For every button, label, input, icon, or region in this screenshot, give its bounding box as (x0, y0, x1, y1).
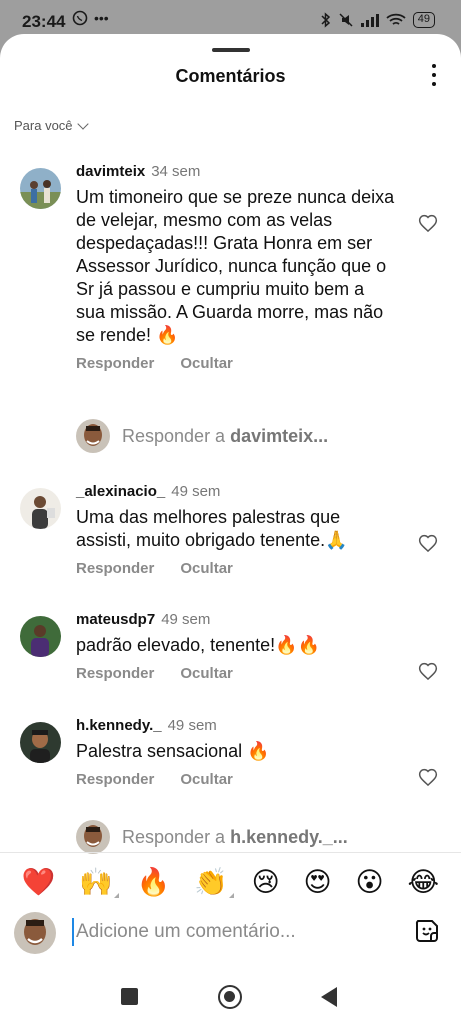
avatar[interactable] (20, 488, 61, 529)
comment-username[interactable]: davimteix (76, 163, 145, 180)
system-nav-bar (0, 970, 461, 1024)
comment-header: davimteix 34 sem (76, 162, 396, 182)
comment-actions: Responder Ocultar (76, 665, 396, 682)
status-time: 23:44 (22, 12, 66, 31)
skin-tone-indicator (228, 893, 234, 898)
avatar[interactable] (20, 168, 61, 209)
sticker-icon[interactable] (414, 918, 440, 944)
comment-body: _alexinacio_ 49 sem Uma das melhores pale… (76, 482, 396, 577)
comment-text: padrão elevado, tenente!🔥🔥 (76, 635, 320, 655)
reply-prompt[interactable]: Responder a davimteix... (76, 418, 328, 454)
battery-indicator: 49 (412, 12, 435, 28)
comment-body: mateusdp7 49 sem padrão elevado, tenente!… (76, 610, 396, 682)
reply-button[interactable]: Responder (76, 355, 154, 372)
skin-tone-indicator (113, 893, 119, 898)
comment-text: Um timoneiro que se preze nunca deixa de… (76, 187, 400, 345)
reply-button[interactable]: Responder (76, 665, 154, 682)
avatar[interactable] (20, 616, 61, 657)
signal-icon (360, 14, 379, 27)
sort-label: Para você (14, 118, 73, 133)
comment-header: _alexinacio_ 49 sem (76, 482, 396, 502)
comment-time: 34 sem (151, 163, 201, 180)
comment-actions: Responder Ocultar (76, 560, 396, 577)
more-notifications-icon: ••• (94, 10, 109, 26)
emoji-crying[interactable]: 😢 (252, 867, 280, 898)
reply-prompt-text: Responder a davimteix... (122, 426, 328, 447)
status-left-icons: ••• (72, 10, 109, 26)
comment-time: 49 sem (161, 611, 211, 628)
avatar (76, 820, 110, 854)
emoji-surprised[interactable]: 😮 (355, 867, 383, 898)
comment-body: davimteix 34 sem Um timoneiro que se prez… (76, 162, 396, 372)
comments-sheet: Comentários Para você davimteix 34 sem Um… (0, 34, 461, 1024)
heart-icon[interactable] (418, 768, 438, 788)
avatar (76, 419, 110, 453)
wifi-icon (386, 13, 406, 25)
sheet-title: Comentários (175, 66, 286, 86)
comment-header: h.kennedy._ 49 sem (76, 716, 396, 736)
sort-dropdown[interactable]: Para você (14, 117, 89, 133)
comment-username[interactable]: _alexinacio_ (76, 483, 165, 500)
emoji-laughing[interactable]: 😂 (407, 867, 439, 898)
emoji-fire[interactable]: 🔥 (137, 866, 171, 898)
emoji-clap[interactable]: 👏 (194, 866, 234, 898)
reply-prompt-text: Responder a h.kennedy._... (122, 827, 348, 848)
reply-prompt-user: h.kennedy._... (230, 826, 348, 847)
back-button[interactable] (321, 987, 337, 1007)
mute-icon (339, 13, 353, 27)
reply-prompt-user: davimteix... (230, 425, 329, 446)
comment-input[interactable] (72, 918, 392, 946)
reply-prompt[interactable]: Responder a h.kennedy._... (76, 819, 348, 855)
avatar[interactable] (20, 722, 61, 763)
emoji-raised-hands-glyph: 🙌 (79, 867, 113, 898)
chevron-down-icon (76, 117, 89, 130)
comment-actions: Responder Ocultar (76, 355, 396, 372)
comment-text: Palestra sensacional 🔥 (76, 741, 270, 761)
reply-button[interactable]: Responder (76, 560, 154, 577)
heart-icon[interactable] (418, 662, 438, 682)
hide-button[interactable]: Ocultar (180, 355, 233, 372)
hide-button[interactable]: Ocultar (180, 560, 233, 577)
emoji-quick-bar: ❤️ 🙌 🔥 👏 😢 😍 😮 😂 (0, 862, 461, 902)
comment-time: 49 sem (167, 717, 217, 734)
emoji-heart-eyes[interactable]: 😍 (304, 867, 332, 898)
bluetooth-icon (321, 12, 330, 28)
comment-text: Uma das melhores palestras que assisti, … (76, 507, 348, 550)
home-button[interactable] (218, 985, 242, 1009)
comment-header: mateusdp7 49 sem (76, 610, 396, 630)
reply-button[interactable]: Responder (76, 771, 154, 788)
comment-username[interactable]: mateusdp7 (76, 611, 155, 628)
hide-button[interactable]: Ocultar (180, 771, 233, 788)
comment-body: h.kennedy._ 49 sem Palestra sensacional 🔥… (76, 716, 396, 788)
composer-avatar (14, 912, 56, 954)
emoji-raised-hands[interactable]: 🙌 (79, 866, 119, 898)
sheet-grabber[interactable] (212, 48, 250, 52)
emoji-clap-glyph: 👏 (194, 867, 228, 898)
comment-username[interactable]: h.kennedy._ (76, 717, 162, 734)
emoji-bar-divider (0, 852, 461, 853)
more-options-icon[interactable] (429, 64, 439, 86)
hide-button[interactable]: Ocultar (180, 665, 233, 682)
emoji-heart[interactable]: ❤️ (22, 866, 56, 898)
whatsapp-icon (72, 10, 88, 26)
heart-icon[interactable] (418, 214, 438, 234)
reply-prompt-prefix: Responder a (122, 425, 231, 446)
status-right-icons: 49 (321, 12, 435, 28)
comment-time: 49 sem (171, 483, 221, 500)
reply-prompt-prefix: Responder a (122, 826, 231, 847)
comment-actions: Responder Ocultar (76, 771, 396, 788)
heart-icon[interactable] (418, 534, 438, 554)
recents-button[interactable] (121, 988, 138, 1005)
